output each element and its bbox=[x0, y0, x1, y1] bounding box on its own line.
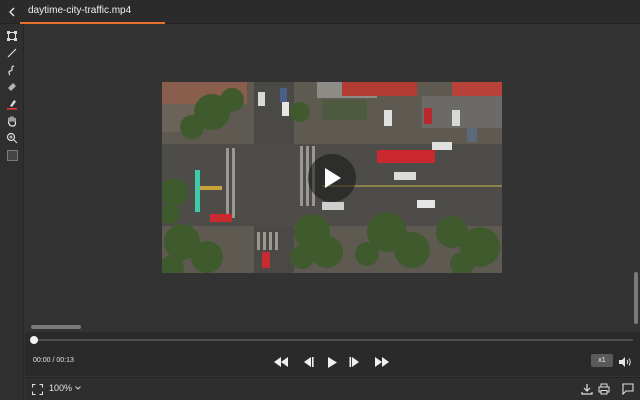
highlighter-tool-button[interactable] bbox=[3, 96, 21, 112]
print-button[interactable] bbox=[596, 381, 612, 397]
chevron-down-icon bbox=[75, 386, 81, 390]
playback-speed-label: x1 bbox=[598, 357, 606, 364]
step-forward-icon bbox=[349, 357, 359, 367]
fullscreen-icon bbox=[31, 383, 43, 395]
horizontal-scrollbar[interactable] bbox=[31, 325, 81, 329]
annotation-toolbar bbox=[0, 24, 24, 400]
playback-speed-button[interactable]: x1 bbox=[591, 354, 613, 367]
volume-icon bbox=[618, 357, 631, 367]
squiggle-icon bbox=[8, 65, 15, 76]
player-controls: 00:00 / 00:13 x1 bbox=[25, 332, 640, 376]
download-button[interactable] bbox=[579, 381, 595, 397]
zoom-in-icon bbox=[6, 132, 18, 144]
next-frame-button[interactable] bbox=[347, 354, 363, 370]
seek-bar[interactable] bbox=[33, 339, 633, 341]
line-tool-button[interactable] bbox=[3, 45, 21, 61]
play-overlay-button[interactable] bbox=[308, 154, 356, 202]
status-bar: 100% bbox=[25, 377, 640, 400]
comment-icon bbox=[622, 383, 634, 395]
time-display: 00:00 / 00:13 bbox=[33, 357, 74, 364]
chevron-left-icon bbox=[9, 7, 15, 17]
title-bar: daytime-city-traffic.mp4 bbox=[0, 0, 640, 24]
previous-frame-button[interactable] bbox=[300, 354, 316, 370]
step-back-icon bbox=[304, 357, 314, 367]
file-tab-label: daytime-city-traffic.mp4 bbox=[28, 5, 132, 16]
fast-forward-icon bbox=[375, 357, 389, 367]
play-icon bbox=[325, 168, 341, 188]
download-icon bbox=[581, 384, 593, 395]
zoom-tool-button[interactable] bbox=[3, 130, 21, 146]
volume-button[interactable] bbox=[617, 354, 633, 370]
rewind-button[interactable] bbox=[273, 354, 289, 370]
vertical-scrollbar[interactable] bbox=[634, 272, 638, 324]
play-icon bbox=[328, 356, 337, 368]
color-swatch bbox=[6, 149, 18, 161]
fullscreen-button[interactable] bbox=[29, 381, 45, 397]
back-button[interactable] bbox=[4, 3, 20, 21]
pan-tool-button[interactable] bbox=[3, 113, 21, 129]
fast-forward-button[interactable] bbox=[374, 354, 390, 370]
video-frame[interactable] bbox=[162, 82, 502, 273]
eraser-tool-button[interactable] bbox=[3, 79, 21, 95]
pen-icon bbox=[7, 100, 17, 110]
freehand-tool-button[interactable] bbox=[3, 62, 21, 78]
printer-icon bbox=[598, 383, 610, 395]
seek-thumb[interactable] bbox=[30, 336, 38, 344]
eraser-icon bbox=[8, 83, 16, 91]
zoom-level: 100% bbox=[49, 383, 73, 393]
line-icon bbox=[7, 48, 17, 58]
play-button[interactable] bbox=[324, 354, 340, 370]
crop-tool-button[interactable] bbox=[3, 28, 21, 44]
video-stage bbox=[25, 25, 640, 332]
zoom-dropdown[interactable]: 100% bbox=[49, 383, 81, 393]
rewind-icon bbox=[274, 357, 288, 367]
comment-button[interactable] bbox=[620, 381, 636, 397]
crop-icon bbox=[7, 31, 17, 41]
color-swatch-button[interactable] bbox=[3, 147, 21, 163]
file-tab[interactable]: daytime-city-traffic.mp4 bbox=[20, 0, 165, 24]
hand-icon bbox=[8, 116, 17, 127]
